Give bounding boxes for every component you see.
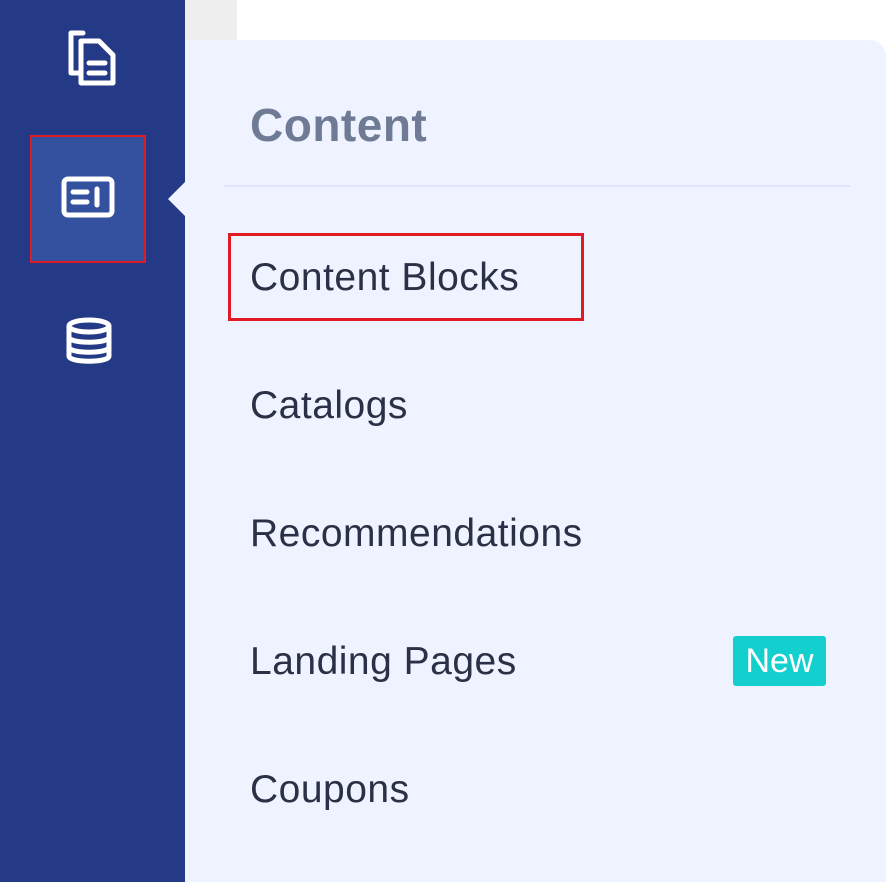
database-icon[interactable] — [60, 314, 118, 368]
menu-item-content-blocks[interactable]: Content Blocks — [250, 256, 519, 300]
flyout-caret — [168, 181, 186, 217]
background-panel — [185, 0, 237, 40]
menu-item-catalogs[interactable]: Catalogs — [250, 384, 408, 428]
flyout-title: Content — [250, 99, 428, 151]
content-blocks-icon — [61, 176, 115, 223]
menu-item-recommendations[interactable]: Recommendations — [250, 512, 583, 556]
content-flyout-menu — [185, 40, 886, 882]
sidebar — [0, 0, 185, 882]
divider — [224, 185, 850, 187]
menu-item-coupons[interactable]: Coupons — [250, 768, 410, 812]
documents-icon[interactable] — [62, 28, 120, 88]
menu-item-landing-pages[interactable]: Landing Pages — [250, 640, 517, 684]
content-blocks-nav-button[interactable] — [30, 135, 146, 263]
new-badge: New — [733, 636, 826, 686]
